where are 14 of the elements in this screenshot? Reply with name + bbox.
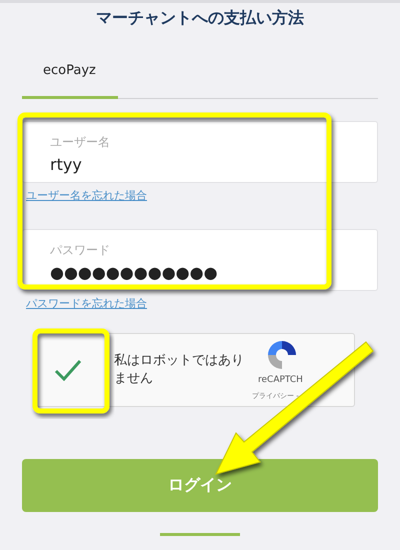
input-field[interactable]: ユーザー名 rtyy (22, 121, 378, 183)
captcha-brand: reCAPTCH (258, 375, 303, 385)
page-title: マーチャントへの支払い方法 (95, 8, 305, 29)
input-field[interactable]: パスワード ●●●●●●●●●●●● (22, 229, 378, 291)
recaptcha-logo-icon (266, 339, 298, 371)
field-label: パスワード (50, 242, 111, 259)
field-value: rtyy (50, 155, 83, 174)
captcha-label: 私はロボットではありません (114, 352, 245, 388)
forgot-link[interactable]: パスワードを忘れた場合 (26, 296, 147, 311)
checkmark-icon[interactable] (54, 359, 82, 381)
tab[interactable]: ecoPayz (22, 57, 118, 99)
field-label: ユーザー名 (50, 134, 111, 151)
field-value: ●●●●●●●●●●●● (50, 263, 219, 282)
forgot-link[interactable]: ユーザー名を忘れた場合 (26, 188, 147, 203)
